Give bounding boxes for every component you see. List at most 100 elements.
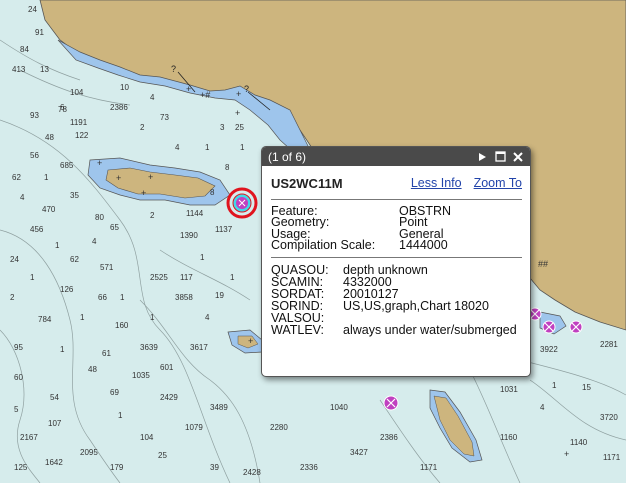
popup-body: US2WC11M Less Info Zoom To Feature: OBSTR… xyxy=(262,166,530,336)
depth-sounding: 122 xyxy=(75,131,89,140)
svg-text:+: + xyxy=(564,449,569,459)
svg-text:?: ? xyxy=(244,84,249,94)
depth-sounding: 1144 xyxy=(186,209,204,218)
depth-sounding: 784 xyxy=(38,315,52,324)
depth-sounding: 3922 xyxy=(540,345,558,354)
close-icon xyxy=(513,151,523,162)
feature-id: US2WC11M xyxy=(271,175,343,191)
depth-sounding: 80 xyxy=(95,213,104,222)
depth-sounding: 1 xyxy=(80,313,85,322)
close-button[interactable] xyxy=(510,149,526,165)
depth-sounding: 65 xyxy=(110,223,119,232)
depth-sounding: 10 xyxy=(120,83,129,92)
depth-sounding: 2167 xyxy=(20,433,38,442)
next-feature-button[interactable] xyxy=(474,149,490,165)
depth-sounding: 54 xyxy=(50,393,59,402)
depth-sounding: 1642 xyxy=(45,458,63,467)
depth-sounding: 13 xyxy=(40,65,49,74)
depth-sounding: 456 xyxy=(30,225,44,234)
depth-sounding: 1 xyxy=(552,381,557,390)
depth-sounding: 2429 xyxy=(160,393,178,402)
depth-sounding: 69 xyxy=(110,388,119,397)
depth-sounding: 1137 xyxy=(215,225,233,234)
depth-sounding: 104 xyxy=(140,433,154,442)
depth-sounding: 62 xyxy=(70,255,79,264)
depth-sounding: 3489 xyxy=(210,403,228,412)
depth-sounding: 2428 xyxy=(243,468,261,477)
depth-sounding: 1 xyxy=(60,345,65,354)
depth-sounding: 8 xyxy=(225,163,230,172)
zoom-to-link[interactable]: Zoom To xyxy=(474,176,522,190)
depth-sounding: 685 xyxy=(60,161,74,170)
depth-sounding: 1035 xyxy=(132,371,150,380)
depth-sounding: 8 xyxy=(210,188,215,197)
depth-sounding: 2095 xyxy=(80,448,98,457)
depth-sounding: 19 xyxy=(215,291,224,300)
svg-text:+: + xyxy=(148,172,153,182)
svg-text:?: ? xyxy=(171,64,176,74)
depth-sounding: 601 xyxy=(160,363,174,372)
feature-info-popup: (1 of 6) US2WC11M Less Info Zoom To Feat… xyxy=(261,146,531,377)
depth-sounding: 61 xyxy=(102,349,111,358)
depth-sounding: 2 xyxy=(150,211,155,220)
svg-text:##: ## xyxy=(538,259,548,269)
depth-sounding: 73 xyxy=(160,113,169,122)
attribute-list: QUASOU: depth unknown SCAMIN: 4332000 SORD… xyxy=(271,264,522,337)
depth-sounding: 3617 xyxy=(190,343,208,352)
depth-sounding: 95 xyxy=(14,343,23,352)
depth-sounding: 1 xyxy=(30,273,35,282)
depth-sounding: 2 xyxy=(140,123,145,132)
depth-sounding: 160 xyxy=(115,321,129,330)
depth-sounding: 93 xyxy=(30,111,39,120)
depth-sounding: 4 xyxy=(92,237,97,246)
depth-sounding: 4 xyxy=(150,93,155,102)
depth-sounding: 117 xyxy=(180,273,193,282)
depth-sounding: 179 xyxy=(110,463,124,472)
maximize-button[interactable] xyxy=(492,149,508,165)
svg-text:+: + xyxy=(141,188,146,198)
depth-sounding: 6 xyxy=(60,103,65,112)
depth-sounding: 2280 xyxy=(270,423,288,432)
less-info-link[interactable]: Less Info xyxy=(411,176,462,190)
depth-sounding: 4 xyxy=(175,143,180,152)
depth-sounding: 2386 xyxy=(380,433,398,442)
depth-sounding: 25 xyxy=(158,451,167,460)
svg-text:+: + xyxy=(236,89,241,99)
depth-sounding: 3 xyxy=(220,123,225,132)
depth-sounding: 5 xyxy=(14,405,19,414)
depth-sounding: 571 xyxy=(100,263,114,272)
depth-sounding: 1 xyxy=(200,253,205,262)
depth-sounding: 48 xyxy=(88,365,97,374)
depth-sounding: 1 xyxy=(120,293,125,302)
depth-sounding: 1171 xyxy=(420,463,438,472)
depth-sounding: 3427 xyxy=(350,448,368,457)
divider xyxy=(271,257,522,259)
info-row: Compilation Scale: 1444000 xyxy=(271,237,448,252)
depth-sounding: 3639 xyxy=(140,343,158,352)
depth-sounding: 1140 xyxy=(570,438,588,447)
depth-sounding: 1171 xyxy=(603,453,621,462)
depth-sounding: 56 xyxy=(30,151,39,160)
depth-sounding: 1 xyxy=(150,313,155,322)
general-info-list: Feature: OBSTRN Geometry: Point Usage: Gene… xyxy=(271,205,522,252)
depth-sounding: 2281 xyxy=(600,340,618,349)
depth-sounding: 24 xyxy=(28,5,37,14)
depth-sounding: 126 xyxy=(60,285,74,294)
depth-sounding: 2525 xyxy=(150,273,168,282)
depth-sounding: 413 xyxy=(12,65,26,74)
depth-sounding: 470 xyxy=(42,205,56,214)
depth-sounding: 3858 xyxy=(175,293,193,302)
depth-sounding: 3720 xyxy=(600,413,618,422)
depth-sounding: 48 xyxy=(45,133,54,142)
depth-sounding: 15 xyxy=(582,383,591,392)
depth-sounding: 1079 xyxy=(185,423,203,432)
depth-sounding: 104 xyxy=(70,88,84,97)
depth-sounding: 2336 xyxy=(300,463,318,472)
svg-text:+#: +# xyxy=(200,90,210,100)
play-right-icon xyxy=(479,152,486,161)
depth-sounding: 1 xyxy=(44,173,49,182)
depth-sounding: 1040 xyxy=(330,403,348,412)
depth-sounding: 60 xyxy=(14,373,23,382)
depth-sounding: 39 xyxy=(210,463,219,472)
popup-header-row: US2WC11M Less Info Zoom To xyxy=(271,174,522,192)
